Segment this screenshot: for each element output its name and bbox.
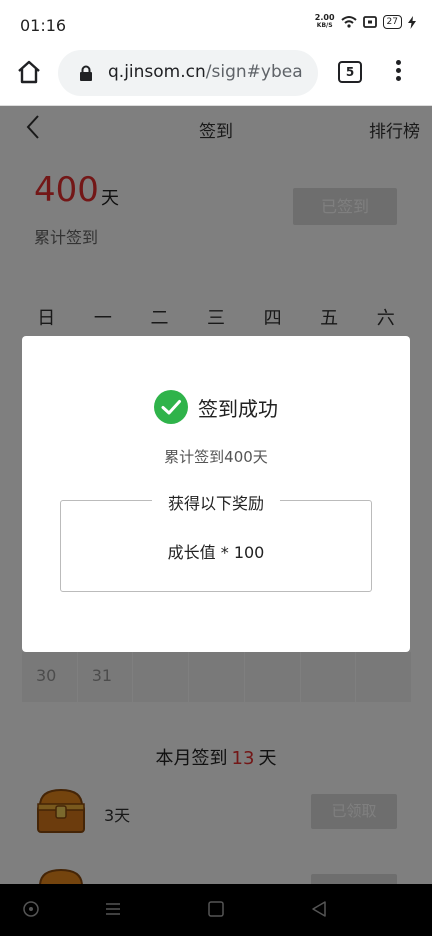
- assistant-icon[interactable]: [22, 900, 40, 918]
- home-square-icon[interactable]: [207, 900, 225, 918]
- sign-success-dialog: 签到成功 累计签到400天 获得以下奖励 成长值 * 100: [22, 336, 410, 652]
- status-icons: 2.00 KB/S 27: [315, 14, 416, 30]
- address-bar[interactable]: q.jinsom.cn/sign#ybea: [58, 50, 318, 96]
- status-time: 01:16: [20, 16, 67, 35]
- success-header: 签到成功: [22, 390, 410, 424]
- reward-box-title: 获得以下奖励: [151, 490, 281, 514]
- reward-item: 成长值 * 100: [167, 543, 265, 562]
- check-circle-icon: [154, 390, 188, 424]
- network-speed: 2.00 KB/S: [315, 14, 335, 30]
- network-speed-value: 2.00: [314, 13, 335, 22]
- reward-box: 获得以下奖励 成长值 * 100: [60, 490, 372, 592]
- dialog-total-text: 累计签到400天: [164, 448, 268, 466]
- home-icon[interactable]: [16, 59, 42, 85]
- url-domain: q.jinsom.cn: [108, 62, 206, 82]
- battery-icon: 27: [382, 15, 402, 29]
- url-path: /sign#ybea: [205, 62, 303, 82]
- success-title: 签到成功: [198, 396, 278, 421]
- wifi-icon: [340, 16, 357, 28]
- cast-icon: [362, 15, 377, 28]
- url-text: q.jinsom.cn/sign#ybea: [108, 62, 303, 82]
- lock-icon: [80, 65, 92, 81]
- charging-icon: [408, 15, 416, 29]
- network-speed-unit: KB/S: [316, 22, 333, 29]
- tab-switcher-button[interactable]: 5: [338, 61, 362, 83]
- status-bar: 01:16 2.00 KB/S 27: [0, 0, 432, 48]
- system-nav-bar: [0, 884, 432, 936]
- menu-icon[interactable]: [104, 900, 122, 918]
- more-menu-icon[interactable]: [394, 60, 402, 86]
- browser-toolbar: q.jinsom.cn/sign#ybea 5: [0, 48, 432, 106]
- back-triangle-icon[interactable]: [310, 900, 328, 918]
